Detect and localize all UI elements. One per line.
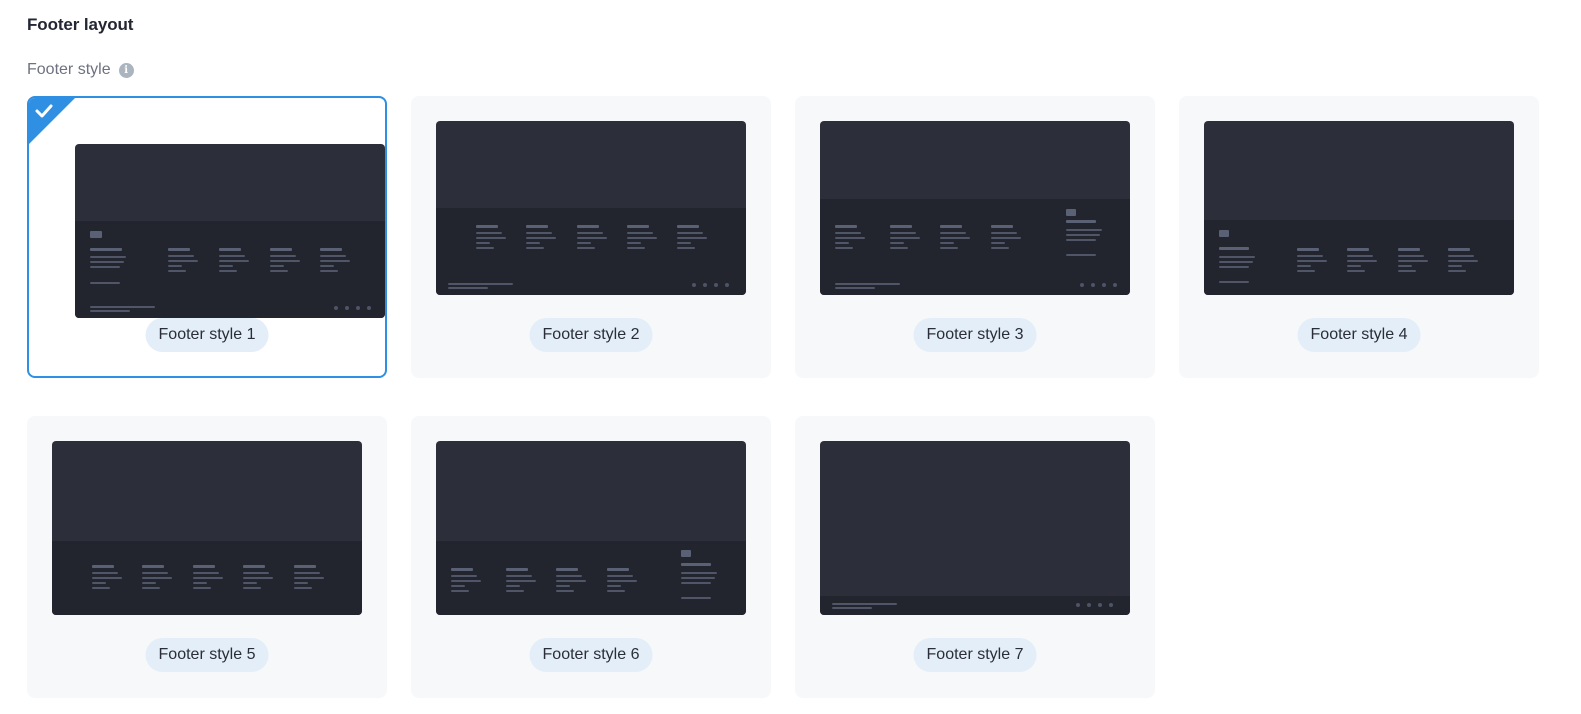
footer-style-1-thumbnail	[75, 144, 385, 318]
footer-style-5-thumbnail	[52, 441, 362, 615]
footer-style-6-label: Footer style 6	[529, 638, 653, 672]
footer-style-7-label: Footer style 7	[913, 638, 1037, 672]
footer-style-3-label: Footer style 3	[913, 318, 1037, 352]
footer-style-field-label: Footer style i	[27, 61, 134, 79]
footer-style-label-text: Footer style	[27, 61, 111, 78]
footer-style-1-label: Footer style 1	[145, 318, 269, 352]
footer-style-2-thumbnail	[436, 121, 746, 295]
footer-style-grid: Footer style 1 Footer style 2 Footer sty…	[27, 96, 1539, 698]
section-title: Footer layout	[27, 15, 134, 34]
footer-style-4-label: Footer style 4	[1297, 318, 1421, 352]
footer-style-option-1[interactable]: Footer style 1	[27, 96, 387, 378]
footer-style-option-7[interactable]: Footer style 7	[795, 416, 1155, 698]
footer-style-option-2[interactable]: Footer style 2	[411, 96, 771, 378]
footer-style-option-3[interactable]: Footer style 3	[795, 96, 1155, 378]
info-icon[interactable]: i	[118, 62, 134, 78]
footer-style-option-6[interactable]: Footer style 6	[411, 416, 771, 698]
footer-style-5-label: Footer style 5	[145, 638, 269, 672]
footer-style-7-thumbnail	[820, 441, 1130, 615]
footer-style-4-thumbnail	[1204, 121, 1514, 295]
footer-style-6-thumbnail	[436, 441, 746, 615]
footer-style-option-5[interactable]: Footer style 5	[27, 416, 387, 698]
checkmark-icon	[35, 104, 53, 118]
footer-style-3-thumbnail	[820, 121, 1130, 295]
footer-style-option-4[interactable]: Footer style 4	[1179, 96, 1539, 378]
footer-style-2-label: Footer style 2	[529, 318, 653, 352]
